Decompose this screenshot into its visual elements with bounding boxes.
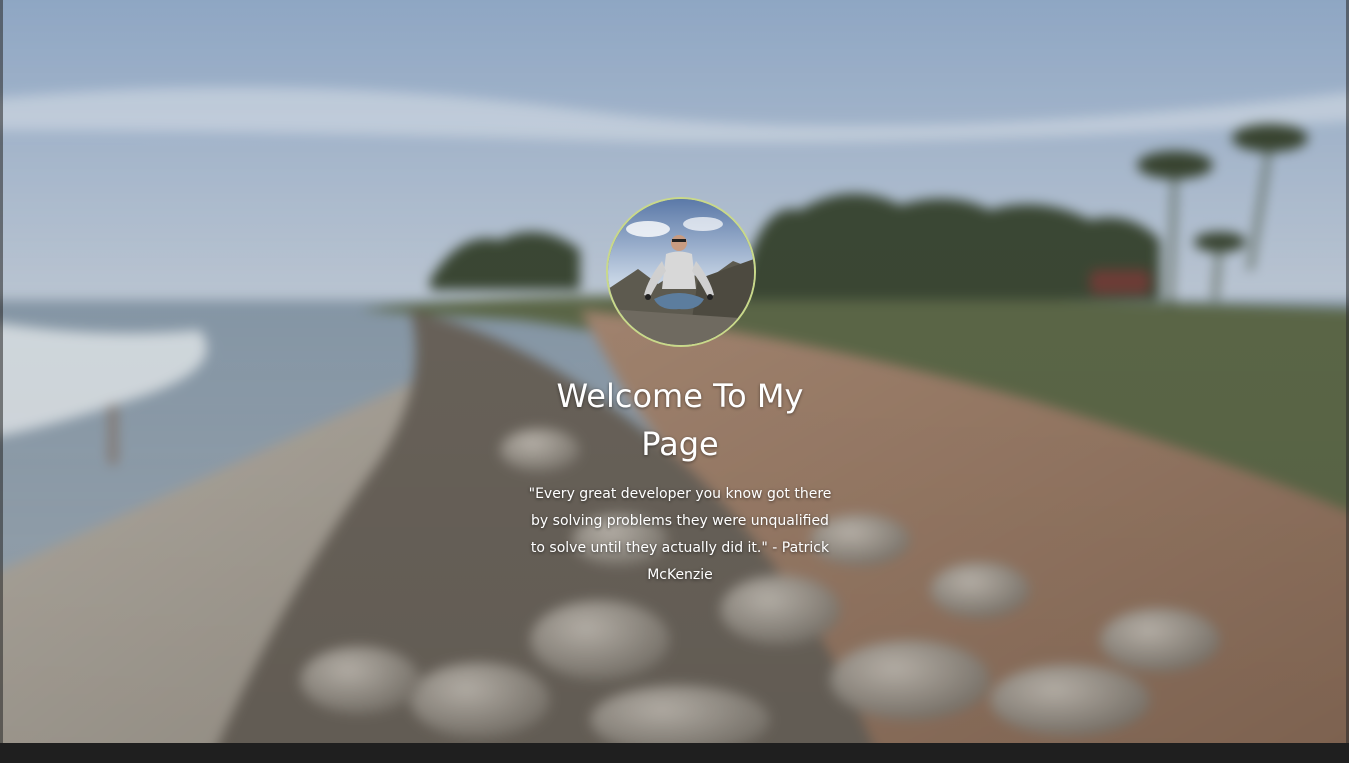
left-border	[0, 0, 3, 743]
profile-avatar	[606, 197, 756, 347]
page-title: Welcome To My Page	[556, 377, 804, 463]
avatar-photo	[608, 199, 754, 345]
hero-section: Welcome To My Page "Every great develope…	[0, 0, 1349, 743]
hero-quote: "Every great developer you know got ther…	[528, 486, 832, 583]
footer-bar	[0, 743, 1349, 763]
